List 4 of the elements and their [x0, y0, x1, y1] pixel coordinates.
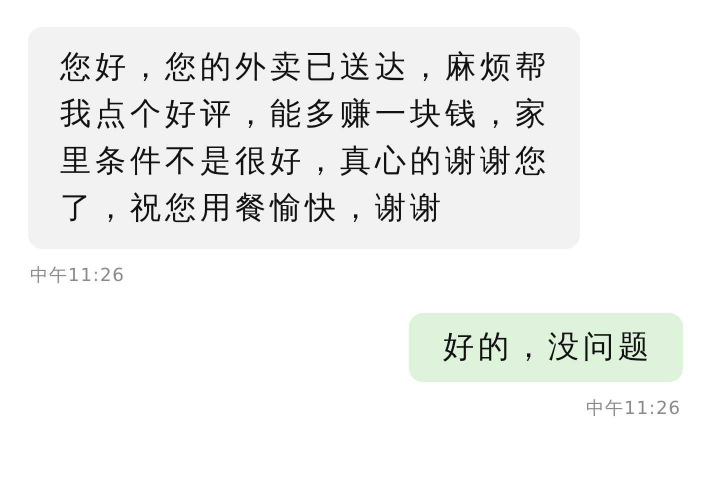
message-bubble: 好的，没问题 — [409, 313, 683, 382]
message-time: 中午11:26 — [586, 397, 681, 420]
message-bubble: 您好，您的外卖已送达，麻烦帮我点个好评，能多赚一块钱，家里条件不是很好，真心的谢谢您了，祝您用餐愉快，谢谢 — [28, 27, 580, 249]
message-time: 中午11:26 — [30, 264, 125, 287]
